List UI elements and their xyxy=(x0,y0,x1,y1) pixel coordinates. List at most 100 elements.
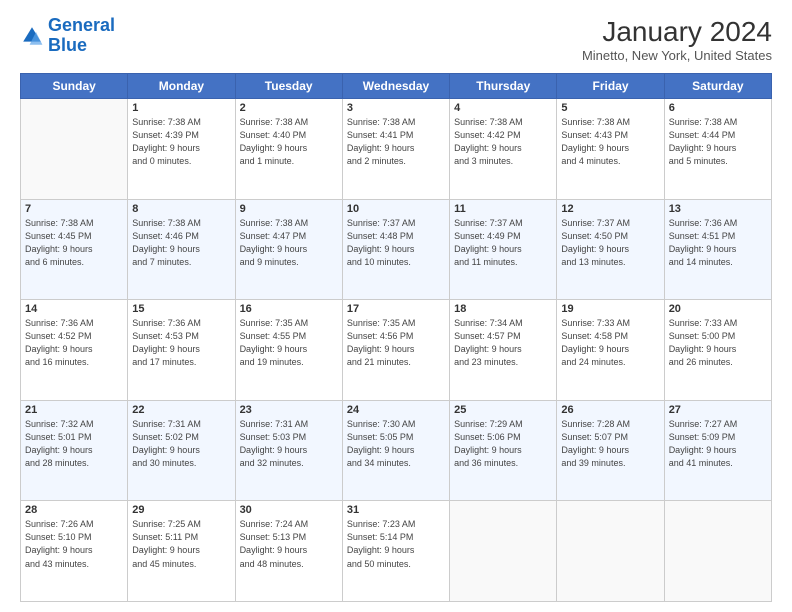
day-number: 27 xyxy=(669,404,767,416)
day-info: Sunrise: 7:33 AMSunset: 5:00 PMDaylight:… xyxy=(669,317,767,369)
day-number: 1 xyxy=(132,102,230,114)
day-info: Sunrise: 7:38 AMSunset: 4:39 PMDaylight:… xyxy=(132,116,230,168)
col-friday: Friday xyxy=(557,74,664,99)
day-info: Sunrise: 7:38 AMSunset: 4:43 PMDaylight:… xyxy=(561,116,659,168)
calendar-cell: 9 Sunrise: 7:38 AMSunset: 4:47 PMDaylight… xyxy=(235,199,342,300)
calendar-cell: 13 Sunrise: 7:36 AMSunset: 4:51 PMDayligh… xyxy=(664,199,771,300)
calendar-cell: 19Sunrise: 7:33 AMSunset: 4:58 PMDayligh… xyxy=(557,300,664,401)
calendar-cell: 25 Sunrise: 7:29 AMSunset: 5:06 PMDayligh… xyxy=(450,400,557,501)
header: General Blue January 2024 Minetto, New Y… xyxy=(20,16,772,63)
calendar-header-row: Sunday Monday Tuesday Wednesday Thursday… xyxy=(21,74,772,99)
day-number: 29 xyxy=(132,504,230,516)
day-info: Sunrise: 7:32 AMSunset: 5:01 PMDaylight:… xyxy=(25,418,123,470)
calendar-cell: 6 Sunrise: 7:38 AMSunset: 4:44 PMDaylight… xyxy=(664,99,771,200)
calendar-cell xyxy=(557,501,664,602)
calendar-cell xyxy=(21,99,128,200)
calendar-cell: 23 Sunrise: 7:31 AMSunset: 5:03 PMDayligh… xyxy=(235,400,342,501)
calendar-week-row: 28Sunrise: 7:26 AMSunset: 5:10 PMDayligh… xyxy=(21,501,772,602)
calendar-cell: 15 Sunrise: 7:36 AMSunset: 4:53 PMDayligh… xyxy=(128,300,235,401)
day-info: Sunrise: 7:23 AMSunset: 5:14 PMDaylight:… xyxy=(347,518,445,570)
day-number: 18 xyxy=(454,303,552,315)
calendar-cell: 10Sunrise: 7:37 AMSunset: 4:48 PMDayligh… xyxy=(342,199,449,300)
col-sunday: Sunday xyxy=(21,74,128,99)
day-info: Sunrise: 7:38 AMSunset: 4:45 PMDaylight:… xyxy=(25,217,123,269)
day-number: 9 xyxy=(240,203,338,215)
logo-text: General Blue xyxy=(48,16,115,56)
col-saturday: Saturday xyxy=(664,74,771,99)
col-wednesday: Wednesday xyxy=(342,74,449,99)
day-number: 8 xyxy=(132,203,230,215)
calendar-cell: 5 Sunrise: 7:38 AMSunset: 4:43 PMDaylight… xyxy=(557,99,664,200)
calendar-cell: 28Sunrise: 7:26 AMSunset: 5:10 PMDayligh… xyxy=(21,501,128,602)
calendar-cell: 16 Sunrise: 7:35 AMSunset: 4:55 PMDayligh… xyxy=(235,300,342,401)
calendar-cell: 27Sunrise: 7:27 AMSunset: 5:09 PMDayligh… xyxy=(664,400,771,501)
day-number: 2 xyxy=(240,102,338,114)
day-number: 22 xyxy=(132,404,230,416)
day-number: 7 xyxy=(25,203,123,215)
day-number: 17 xyxy=(347,303,445,315)
day-info: Sunrise: 7:37 AMSunset: 4:48 PMDaylight:… xyxy=(347,217,445,269)
day-number: 3 xyxy=(347,102,445,114)
col-tuesday: Tuesday xyxy=(235,74,342,99)
calendar-cell xyxy=(664,501,771,602)
day-info: Sunrise: 7:26 AMSunset: 5:10 PMDaylight:… xyxy=(25,518,123,570)
day-info: Sunrise: 7:38 AMSunset: 4:44 PMDaylight:… xyxy=(669,116,767,168)
day-info: Sunrise: 7:36 AMSunset: 4:51 PMDaylight:… xyxy=(669,217,767,269)
day-number: 6 xyxy=(669,102,767,114)
location-subtitle: Minetto, New York, United States xyxy=(582,48,772,63)
day-info: Sunrise: 7:31 AMSunset: 5:03 PMDaylight:… xyxy=(240,418,338,470)
day-number: 21 xyxy=(25,404,123,416)
day-number: 15 xyxy=(132,303,230,315)
calendar-cell: 4 Sunrise: 7:38 AMSunset: 4:42 PMDaylight… xyxy=(450,99,557,200)
calendar-week-row: 21 Sunrise: 7:32 AMSunset: 5:01 PMDayligh… xyxy=(21,400,772,501)
day-number: 14 xyxy=(25,303,123,315)
calendar-week-row: 14 Sunrise: 7:36 AMSunset: 4:52 PMDayligh… xyxy=(21,300,772,401)
day-info: Sunrise: 7:24 AMSunset: 5:13 PMDaylight:… xyxy=(240,518,338,570)
page: General Blue January 2024 Minetto, New Y… xyxy=(0,0,792,612)
day-number: 4 xyxy=(454,102,552,114)
title-block: January 2024 Minetto, New York, United S… xyxy=(582,16,772,63)
calendar-cell: 21 Sunrise: 7:32 AMSunset: 5:01 PMDayligh… xyxy=(21,400,128,501)
day-number: 30 xyxy=(240,504,338,516)
calendar-cell: 12Sunrise: 7:37 AMSunset: 4:50 PMDayligh… xyxy=(557,199,664,300)
day-info: Sunrise: 7:38 AMSunset: 4:42 PMDaylight:… xyxy=(454,116,552,168)
calendar-week-row: 1 Sunrise: 7:38 AMSunset: 4:39 PMDaylight… xyxy=(21,99,772,200)
day-number: 31 xyxy=(347,504,445,516)
day-info: Sunrise: 7:37 AMSunset: 4:49 PMDaylight:… xyxy=(454,217,552,269)
day-info: Sunrise: 7:31 AMSunset: 5:02 PMDaylight:… xyxy=(132,418,230,470)
day-info: Sunrise: 7:28 AMSunset: 5:07 PMDaylight:… xyxy=(561,418,659,470)
calendar-cell: 29 Sunrise: 7:25 AMSunset: 5:11 PMDayligh… xyxy=(128,501,235,602)
calendar-cell: 8Sunrise: 7:38 AMSunset: 4:46 PMDaylight… xyxy=(128,199,235,300)
calendar-cell: 7 Sunrise: 7:38 AMSunset: 4:45 PMDaylight… xyxy=(21,199,128,300)
calendar-cell: 20 Sunrise: 7:33 AMSunset: 5:00 PMDayligh… xyxy=(664,300,771,401)
day-number: 5 xyxy=(561,102,659,114)
calendar-cell: 11 Sunrise: 7:37 AMSunset: 4:49 PMDayligh… xyxy=(450,199,557,300)
day-info: Sunrise: 7:29 AMSunset: 5:06 PMDaylight:… xyxy=(454,418,552,470)
calendar-cell: 17Sunrise: 7:35 AMSunset: 4:56 PMDayligh… xyxy=(342,300,449,401)
calendar-cell: 14 Sunrise: 7:36 AMSunset: 4:52 PMDayligh… xyxy=(21,300,128,401)
day-number: 20 xyxy=(669,303,767,315)
day-info: Sunrise: 7:38 AMSunset: 4:47 PMDaylight:… xyxy=(240,217,338,269)
day-info: Sunrise: 7:34 AMSunset: 4:57 PMDaylight:… xyxy=(454,317,552,369)
day-number: 11 xyxy=(454,203,552,215)
logo: General Blue xyxy=(20,16,115,56)
day-number: 24 xyxy=(347,404,445,416)
calendar-cell: 2Sunrise: 7:38 AMSunset: 4:40 PMDaylight… xyxy=(235,99,342,200)
calendar-cell: 26Sunrise: 7:28 AMSunset: 5:07 PMDayligh… xyxy=(557,400,664,501)
col-thursday: Thursday xyxy=(450,74,557,99)
calendar-week-row: 7 Sunrise: 7:38 AMSunset: 4:45 PMDaylight… xyxy=(21,199,772,300)
calendar-cell: 3 Sunrise: 7:38 AMSunset: 4:41 PMDaylight… xyxy=(342,99,449,200)
day-number: 23 xyxy=(240,404,338,416)
day-info: Sunrise: 7:37 AMSunset: 4:50 PMDaylight:… xyxy=(561,217,659,269)
day-info: Sunrise: 7:25 AMSunset: 5:11 PMDaylight:… xyxy=(132,518,230,570)
day-number: 16 xyxy=(240,303,338,315)
day-info: Sunrise: 7:36 AMSunset: 4:53 PMDaylight:… xyxy=(132,317,230,369)
day-number: 13 xyxy=(669,203,767,215)
day-info: Sunrise: 7:36 AMSunset: 4:52 PMDaylight:… xyxy=(25,317,123,369)
day-number: 25 xyxy=(454,404,552,416)
day-info: Sunrise: 7:35 AMSunset: 4:55 PMDaylight:… xyxy=(240,317,338,369)
day-info: Sunrise: 7:38 AMSunset: 4:41 PMDaylight:… xyxy=(347,116,445,168)
logo-line2: Blue xyxy=(48,35,87,55)
calendar-cell: 30 Sunrise: 7:24 AMSunset: 5:13 PMDayligh… xyxy=(235,501,342,602)
day-info: Sunrise: 7:30 AMSunset: 5:05 PMDaylight:… xyxy=(347,418,445,470)
